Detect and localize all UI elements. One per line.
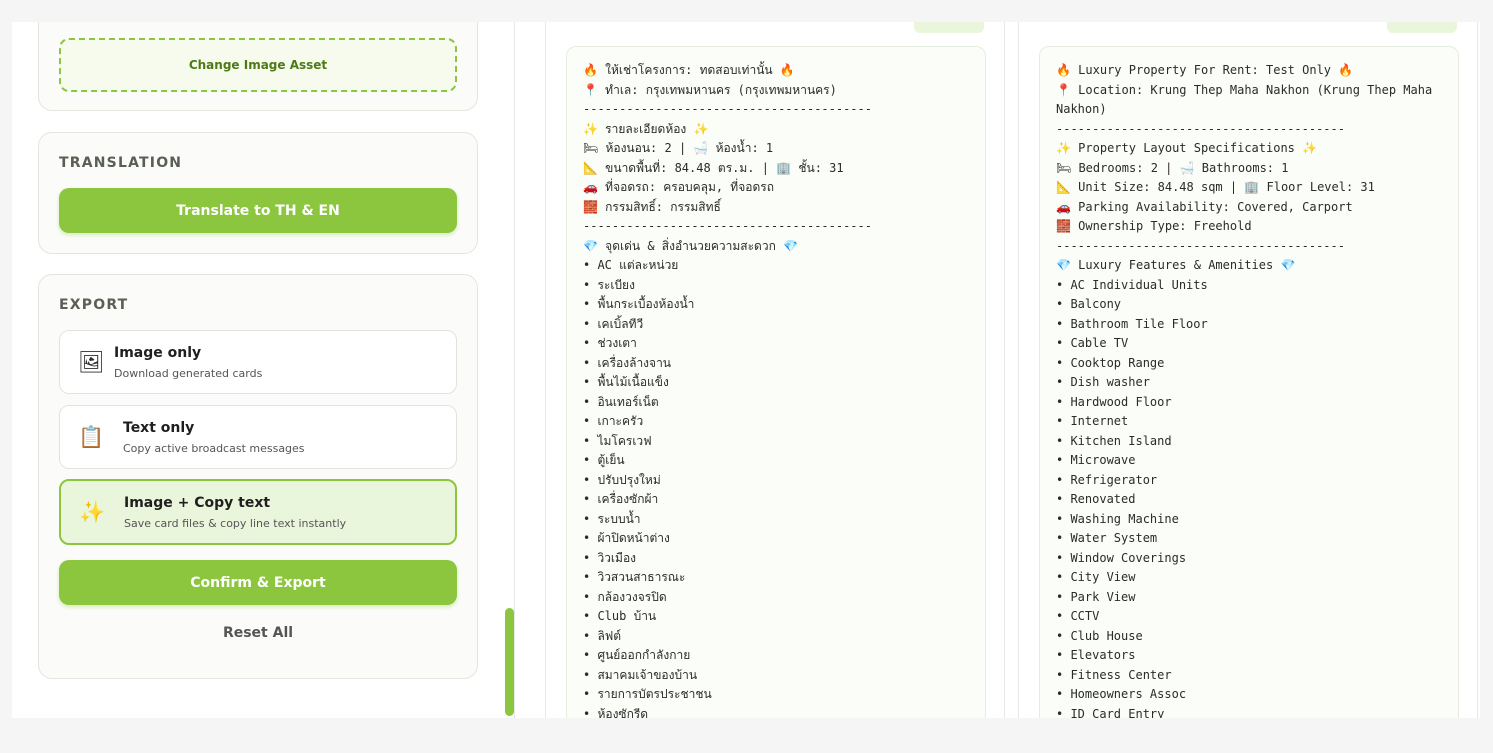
export-option-image-copy-text[interactable]: ✨ Image + Copy text Save card files & co… — [59, 479, 457, 545]
message-line: • ช่วงเตา — [583, 336, 637, 350]
message-line: • Water System — [1056, 531, 1158, 545]
message-line: 🧱 Ownership Type: Freehold — [1056, 219, 1252, 233]
message-line: • Cooktop Range — [1056, 355, 1165, 370]
sparkles-icon: ✨ — [79, 500, 106, 524]
option-title: Text only — [123, 420, 195, 436]
reset-all-button[interactable]: Reset All — [59, 625, 457, 645]
message-line: 🚗 Parking Availability: Covered, Carport — [1056, 199, 1353, 214]
message-line: • พื้นกระเบื้องห้องน้ำ — [583, 297, 695, 311]
message-line: • Homeowners Assoc — [1056, 687, 1187, 701]
message-line: • Window Coverings — [1056, 550, 1187, 565]
message-line: • Elevators — [1056, 648, 1136, 662]
message-line: ---------------------------------------- — [1056, 238, 1345, 253]
export-card: EXPORT 🖼 Image only Download generated c… — [38, 274, 478, 679]
translation-card: TRANSLATION Translate to TH & EN — [38, 132, 478, 254]
message-line: • CCTV — [1056, 609, 1100, 623]
app-window: Change Image Asset TRANSLATION Translate… — [12, 22, 1480, 718]
message-line: 📐 Unit Size: 84.48 sqm | 🏢 Floor Level: … — [1056, 180, 1375, 194]
copy-pill[interactable] — [1387, 22, 1457, 33]
message-line: • กล้องวงจรปิด — [583, 589, 667, 604]
thai-message-column: 🔥 ให้เช่าโครงการ: ทดสอบเท่านั้น 🔥 📍 ทำเล:… — [545, 22, 1005, 718]
message-line: • วิวเมือง — [583, 550, 637, 565]
option-subtitle: Save card files & copy line text instant… — [124, 517, 347, 530]
asset-card: Change Image Asset — [38, 22, 478, 111]
message-line: • Refrigerator — [1056, 472, 1158, 487]
option-subtitle: Download generated cards — [114, 367, 263, 380]
panel-divider — [514, 22, 515, 718]
message-line: • ลิฟต์ — [583, 628, 622, 643]
message-line: • อินเทอร์เน็ต — [583, 394, 659, 409]
image-icon: 🖼 — [78, 350, 105, 374]
message-line: • Renovated — [1056, 492, 1136, 506]
message-line: • Kitchen Island — [1056, 433, 1172, 448]
message-line: • Dish washer — [1056, 375, 1150, 389]
message-line: • ไมโครเวฟ — [583, 433, 652, 448]
english-message-column: 🔥 Luxury Property For Rent: Test Only 🔥 📍… — [1018, 22, 1478, 718]
export-option-text-only[interactable]: 📋 Text only Copy active broadcast messag… — [59, 405, 457, 469]
message-line: • ผ้าปิดหน้าต่าง — [583, 531, 670, 545]
message-line: • ระบบน้ำ — [583, 511, 641, 526]
change-image-asset-button[interactable]: Change Image Asset — [59, 38, 457, 92]
message-line: 🔥 Luxury Property For Rent: Test Only 🔥 — [1056, 63, 1354, 77]
message-line: • ID Card Entry — [1056, 706, 1165, 719]
message-line: 🚗 ที่จอดรถ: ครอบคลุม, ที่จอดรถ — [583, 180, 774, 194]
settings-panel: Change Image Asset TRANSLATION Translate… — [12, 22, 514, 718]
message-line: 🧱 กรรมสิทธิ์: กรรมสิทธิ์ — [583, 199, 721, 214]
message-line: 📍 Location: Krung Thep Maha Nakhon (Krun… — [1056, 82, 1440, 117]
message-line: • Bathroom Tile Floor — [1056, 316, 1208, 331]
message-line: 💎 Luxury Features & Amenities 💎 — [1056, 258, 1296, 272]
copy-pill[interactable] — [914, 22, 984, 33]
message-line: • Club House — [1056, 628, 1143, 643]
message-line: • พื้นไม้เนื้อแข็ง — [583, 375, 669, 389]
message-line: ✨ รายละเอียดห้อง ✨ — [583, 121, 709, 136]
message-line: • Cable TV — [1056, 336, 1129, 350]
message-line: • AC Individual Units — [1056, 277, 1208, 292]
message-line: ✨ Property Layout Specifications ✨ — [1056, 141, 1318, 155]
option-subtitle: Copy active broadcast messages — [123, 442, 305, 455]
message-line: 🔥 ให้เช่าโครงการ: ทดสอบเท่านั้น 🔥 — [583, 63, 795, 77]
message-line: 💎 จุดเด่น & สิ่งอำนวยความสะดวก 💎 — [583, 238, 799, 253]
message-line: • Microwave — [1056, 453, 1136, 467]
translate-button[interactable]: Translate to TH & EN — [59, 188, 457, 233]
thai-message-box[interactable]: 🔥 ให้เช่าโครงการ: ทดสอบเท่านั้น 🔥 📍 ทำเล:… — [566, 46, 986, 718]
english-message-box[interactable]: 🔥 Luxury Property For Rent: Test Only 🔥 📍… — [1039, 46, 1459, 718]
message-line: • Fitness Center — [1056, 667, 1172, 682]
message-line: 📐 ขนาดพื้นที่: 84.48 ตร.ม. | 🏢 ชั้น: 31 — [583, 160, 844, 175]
clipboard-icon: 📋 — [78, 425, 105, 449]
message-line: • Balcony — [1056, 297, 1122, 311]
message-line: ---------------------------------------- — [583, 219, 872, 233]
message-line: 🛏 ห้องนอน: 2 | 🛁 ห้องน้ำ: 1 — [583, 141, 774, 155]
confirm-export-button[interactable]: Confirm & Export — [59, 560, 457, 605]
message-line: • เคเบิ้ลทีวี — [583, 316, 644, 331]
translation-section-label: TRANSLATION — [59, 155, 183, 171]
message-line: • เกาะครัว — [583, 414, 644, 428]
message-line: • Hardwood Floor — [1056, 394, 1172, 409]
message-line: • Park View — [1056, 589, 1136, 604]
message-line: • รายการบัตรประชาชน — [583, 687, 712, 701]
message-line: • Washing Machine — [1056, 511, 1179, 526]
message-line: • ปรับปรุงใหม่ — [583, 472, 661, 487]
message-line: • City View — [1056, 570, 1136, 584]
message-line: • Internet — [1056, 414, 1129, 428]
message-line: 🛏 Bedrooms: 2 | 🛁 Bathrooms: 1 — [1056, 160, 1289, 175]
message-line: • ตู้เย็น — [583, 453, 625, 467]
message-line: • วิวสวนสาธารณะ — [583, 570, 686, 584]
message-line: • ห้องซักรีด — [583, 706, 649, 719]
message-line: • ศูนย์ออกกำลังกาย — [583, 648, 691, 662]
panel-scrollbar[interactable] — [505, 608, 514, 716]
option-title: Image + Copy text — [124, 495, 271, 511]
export-option-image-only[interactable]: 🖼 Image only Download generated cards — [59, 330, 457, 394]
message-line: • สมาคมเจ้าของบ้าน — [583, 667, 698, 682]
message-line: 📍 ทำเล: กรุงเทพมหานคร (กรุงเทพมหานคร) — [583, 82, 837, 97]
option-title: Image only — [114, 345, 202, 361]
export-section-label: EXPORT — [59, 297, 129, 313]
message-line: ---------------------------------------- — [583, 102, 872, 116]
message-line: • ระเบียง — [583, 277, 635, 292]
message-line: • เครื่องล้างจาน — [583, 355, 672, 370]
message-line: • Club บ้าน — [583, 609, 657, 623]
message-line: • เครื่องซักผ้า — [583, 492, 659, 506]
message-line: ---------------------------------------- — [1056, 121, 1345, 136]
message-line: • AC แต่ละหน่วย — [583, 258, 679, 272]
